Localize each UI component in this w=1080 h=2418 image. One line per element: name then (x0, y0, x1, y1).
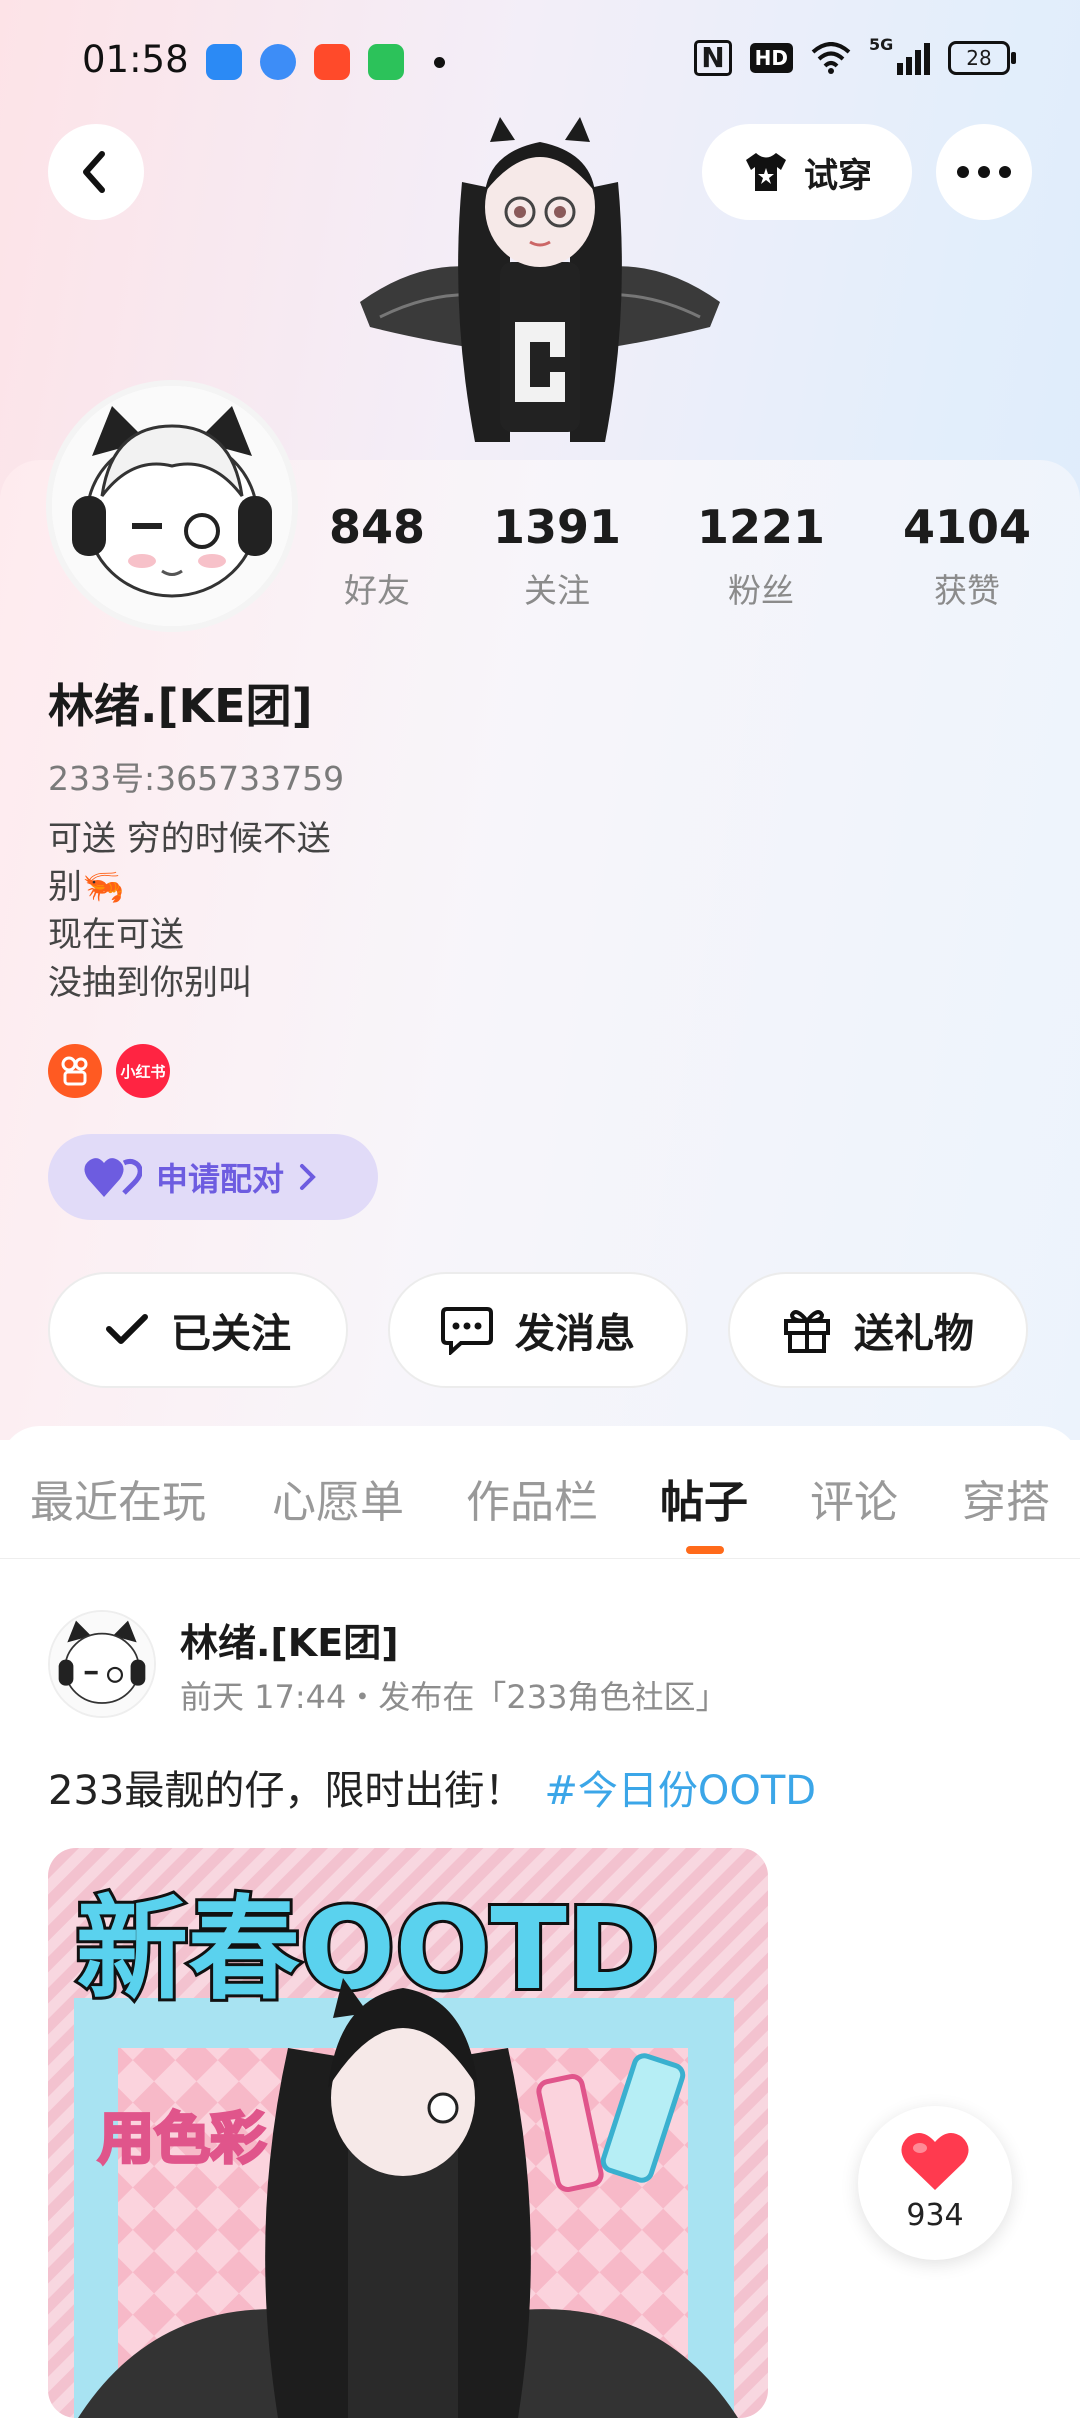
post-content: 233最靓的仔，限时出街！ #今日份OOTD (48, 1758, 816, 1816)
active-tab-indicator (686, 1546, 724, 1554)
followed-label: 已关注 (171, 1311, 291, 1357)
kuaishou-icon[interactable] (48, 1044, 102, 1098)
stat-value: 4104 (902, 500, 1032, 554)
tab-wishlist[interactable]: 心愿单 (272, 1466, 404, 1530)
app-notification-icon (206, 44, 242, 80)
social-links: 小红书 (48, 1044, 170, 1098)
bio-line: 可送 穷的时候不送 (48, 819, 331, 859)
chevron-left-icon (83, 151, 105, 193)
wifi-icon (811, 42, 851, 74)
send-gift-label: 送礼物 (854, 1311, 974, 1357)
stat-following[interactable]: 1391 关注 (472, 500, 642, 612)
poster-title: 新春OOTD (76, 1885, 660, 2015)
profile-name: 林绪.[KE团] (48, 679, 313, 733)
try-on-label: 试穿 (804, 155, 872, 196)
video-app-icon (314, 44, 350, 80)
send-gift-button[interactable]: 送礼物 (728, 1272, 1028, 1388)
back-button[interactable] (48, 124, 144, 220)
tab-outfits[interactable]: 穿搭 (962, 1466, 1050, 1530)
xiaohongshu-label: 小红书 (120, 1062, 166, 1081)
status-bar: 01:58 N HD 5G 28 (0, 0, 1080, 120)
profile-stats: 848 好友 1391 关注 1221 粉丝 4104 获赞 (0, 500, 1080, 620)
post-author-name[interactable]: 林绪.[KE团] (180, 1612, 399, 1667)
bio-line: 别🦐 (48, 867, 125, 907)
heart-icon (901, 2133, 969, 2190)
stat-label: 关注 (524, 571, 590, 610)
tab-posts[interactable]: 帖子 (660, 1466, 748, 1530)
post-image[interactable]: 新春OOTD 用色彩 天 (48, 1848, 768, 2418)
like-count: 934 (906, 2198, 964, 2233)
more-dots-icon (957, 166, 1011, 178)
check-icon (106, 1314, 148, 1344)
hd-icon: HD (749, 43, 793, 73)
gift-icon (784, 1310, 830, 1353)
chat-bubble-icon (441, 1307, 493, 1355)
send-message-label: 发消息 (515, 1311, 635, 1357)
profile-bio: 可送 穷的时候不送 别🦐 现在可送 没抽到你别叫 (48, 815, 331, 1007)
tshirt-icon (746, 153, 786, 191)
stat-followers[interactable]: 1221 粉丝 (676, 500, 846, 612)
bio-line: 没抽到你别叫 (48, 963, 252, 1003)
apply-pair-button[interactable]: 申请配对 (48, 1134, 378, 1220)
followed-button[interactable]: 已关注 (48, 1272, 348, 1388)
post-text: 233最靓的仔，限时出街！ (48, 1768, 525, 1814)
chevron-right-icon (300, 1164, 316, 1190)
stat-value: 1391 (492, 500, 622, 554)
app-notification-icon (260, 44, 296, 80)
more-button[interactable] (936, 124, 1032, 220)
kuaishou-glyph (61, 1056, 88, 1086)
poster-subtitle: 用色彩 (98, 2107, 266, 2172)
more-notifications-dot (434, 56, 445, 68)
double-heart-icon (84, 1158, 142, 1197)
post-author-avatar[interactable] (48, 1610, 156, 1718)
post-hashtag[interactable]: #今日份OOTD (544, 1768, 816, 1814)
stat-label: 获赞 (934, 571, 1000, 610)
stat-label: 粉丝 (728, 571, 794, 610)
try-on-button[interactable]: 试穿 (702, 124, 912, 220)
bio-line: 现在可送 (48, 915, 184, 955)
stat-label: 好友 (344, 571, 410, 610)
tab-recently-played[interactable]: 最近在玩 (30, 1466, 206, 1530)
profile-id[interactable]: 233号:365733759 (48, 752, 344, 800)
ootd-poster: 新春OOTD 用色彩 天 (48, 1848, 768, 2418)
post-meta: 前天 17:44・发布在「233角色社区」 (180, 1678, 728, 1716)
status-indicators: N HD 5G 28 (694, 35, 1016, 76)
profile-tabs: 最近在玩 心愿单 作品栏 帖子 评论 穿搭 (0, 1426, 1080, 1559)
apply-pair-label: 申请配对 (156, 1160, 285, 1198)
author-avatar-image (50, 1612, 154, 1716)
nfc-icon: N (694, 40, 732, 76)
avatar-3d-figure[interactable] (350, 112, 730, 462)
stat-likes[interactable]: 4104 获赞 (882, 500, 1052, 612)
send-message-button[interactable]: 发消息 (388, 1272, 688, 1388)
app-notification-icon (368, 44, 404, 80)
network-type: 5G (869, 35, 894, 54)
status-time: 01:58 (82, 38, 189, 81)
tab-works[interactable]: 作品栏 (466, 1466, 598, 1530)
stat-value: 1221 (696, 500, 826, 554)
battery-icon: 28 (948, 41, 1016, 75)
stat-value: 848 (328, 500, 426, 554)
xiaohongshu-icon[interactable]: 小红书 (116, 1044, 170, 1098)
cellular-signal-icon: 5G (869, 35, 930, 75)
stat-friends[interactable]: 848 好友 (292, 500, 462, 612)
tab-comments[interactable]: 评论 (810, 1466, 898, 1530)
notification-icons (206, 44, 445, 80)
like-button[interactable]: 934 (858, 2106, 1012, 2260)
